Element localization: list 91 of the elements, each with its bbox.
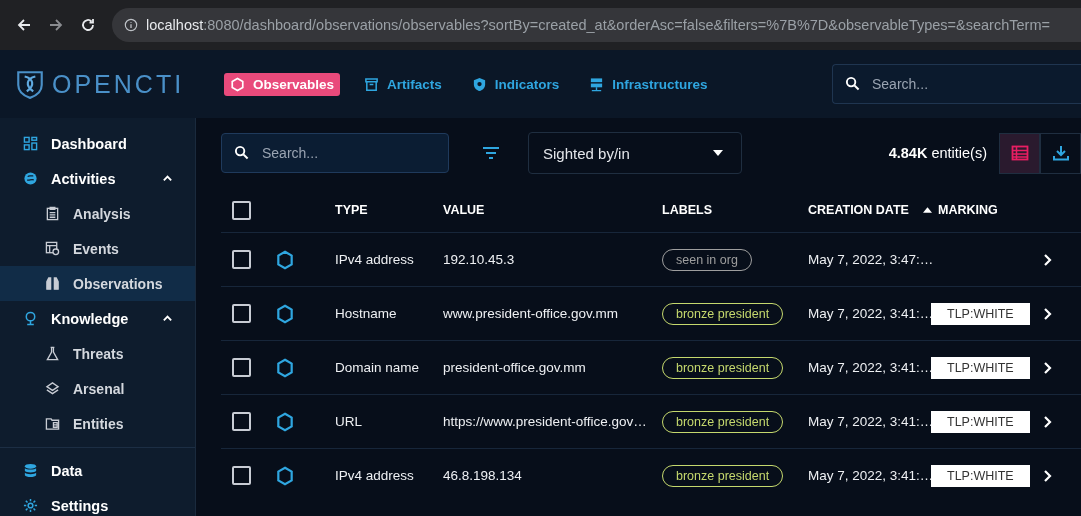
checkbox[interactable] (232, 250, 251, 269)
folder-icon (45, 416, 60, 431)
nav-tab[interactable]: Indicators (465, 72, 566, 96)
sidebar-item[interactable]: Dashboard (0, 126, 195, 161)
sidebar-item[interactable]: Analysis (0, 196, 195, 231)
sidebar-item[interactable]: Threats (0, 336, 195, 371)
search-icon (845, 76, 860, 91)
entity-count: 4.84K entitie(s) (888, 145, 987, 161)
search-field[interactable]: Search... (221, 133, 449, 173)
marking-tag: TLP:WHITE (931, 356, 1030, 379)
table-row[interactable]: Domain name president-office.gov.mm bronze president May 7, 2022, 3:41:… TLP:WHITE (221, 340, 1081, 394)
sidebar-item[interactable]: Observations (0, 266, 195, 301)
nav-tab[interactable]: Infrastructures (583, 72, 714, 96)
marking-tag: TLP:WHITE (931, 464, 1030, 487)
sidebar-item[interactable]: Arsenal (0, 371, 195, 406)
checkbox[interactable] (232, 412, 251, 431)
layers-icon (45, 381, 60, 396)
table-row[interactable]: IPv4 address 46.8.198.134 bronze president May 7, 2022, 3:41:… TLP:WHITE (221, 448, 1081, 502)
search-field[interactable]: Search... (832, 64, 1081, 104)
nav-tab[interactable]: Observables (224, 72, 341, 96)
sidebar-item[interactable]: Activities (0, 161, 195, 196)
table-cell-text: www.president-office.gov.mm (443, 306, 620, 321)
hexagon-icon (276, 303, 294, 324)
server-icon (589, 76, 605, 92)
table-cell-text: https://www.president-office.gov… (443, 414, 648, 429)
archive-icon (364, 76, 380, 92)
table-cell-text: IPv4 address (335, 468, 415, 483)
column-header[interactable]: VALUE (443, 203, 662, 217)
forward-icon[interactable] (48, 17, 64, 33)
marking-tag: TLP:WHITE (931, 302, 1030, 325)
table-cell-text: Domain name (335, 360, 421, 375)
column-header[interactable]: LABELS (662, 203, 808, 217)
sidebar-item[interactable]: Knowledge (0, 301, 195, 336)
url-text: localhost:8080/dashboard/observations/observables?sortBy=created_at&orderAsc=false&filters=%7B%7D&observableTypes=&searchTerm= (146, 17, 1050, 33)
dashboard-icon (23, 136, 38, 151)
sidebar-item[interactable]: Events (0, 231, 195, 266)
marking-tag: TLP:WHITE (931, 410, 1030, 433)
table-cell-text: May 7, 2022, 3:47:… (808, 252, 935, 267)
gear-icon (23, 498, 38, 513)
back-icon[interactable] (16, 17, 32, 33)
hexagon-icon (276, 357, 294, 378)
chevron-icon[interactable] (1043, 252, 1053, 267)
checkbox[interactable] (232, 358, 251, 377)
nav-tab[interactable]: Artifacts (358, 72, 448, 96)
table-cell-text: URL (335, 414, 363, 429)
search-icon (234, 145, 249, 160)
sidebar-item[interactable]: Data (0, 453, 195, 488)
logo-icon (14, 68, 46, 100)
table-cell-text: IPv4 address (335, 252, 415, 267)
list-icon (1010, 145, 1029, 161)
chevron-icon[interactable] (162, 313, 173, 324)
table-row[interactable]: URL https://www.president-office.gov… bronze president May 7, 2022, 3:41:… TLP:WHITE (221, 394, 1081, 448)
hexagon-icon (276, 249, 294, 270)
chevron-icon[interactable] (1043, 414, 1053, 429)
chevron-icon[interactable] (162, 173, 173, 184)
clipboard-icon (45, 206, 60, 221)
address-bar[interactable]: localhost:8080/dashboard/observations/observables?sortBy=created_at&orderAsc=false&filters=%7B%7D&observableTypes=&searchTerm= (112, 8, 1081, 42)
hexagon-icon (230, 76, 245, 92)
filter-icon[interactable] (481, 145, 501, 161)
sort-icon (922, 207, 932, 213)
column-header[interactable]: CREATION DATE (808, 203, 938, 217)
database-icon (23, 463, 38, 478)
table-row[interactable]: Hostname www.president-office.gov.mm bronze president May 7, 2022, 3:41:… TLP:WHITE (221, 286, 1081, 340)
table-cell-text: president-office.gov.mm (443, 360, 587, 375)
table-cell-text: 46.8.198.134 (443, 468, 523, 483)
chevron-icon[interactable] (1043, 468, 1053, 483)
table-cell-text: Hostname (335, 306, 398, 321)
hexagon-icon (276, 411, 294, 432)
info-icon (124, 18, 138, 32)
chevron-icon[interactable] (1043, 306, 1053, 321)
shield-icon (471, 76, 487, 92)
download-icon (1051, 145, 1070, 161)
list-view-button[interactable] (999, 132, 1040, 174)
flask-icon (45, 346, 60, 361)
chevron-icon[interactable] (1043, 360, 1053, 375)
sidebar-item[interactable]: Entities (0, 406, 195, 441)
checkbox[interactable] (232, 466, 251, 485)
filter-dropdown[interactable]: Sighted by/in (528, 132, 742, 174)
column-header[interactable]: MARKING (938, 203, 1045, 217)
reload-icon[interactable] (80, 17, 96, 33)
export-button[interactable] (1040, 132, 1081, 174)
checkbox[interactable] (232, 200, 251, 220)
logo-text: OPENCTI (52, 69, 185, 99)
sidebar-item[interactable]: Settings (0, 488, 195, 516)
calendar-icon (45, 241, 60, 256)
caret-icon (713, 150, 723, 156)
checkbox[interactable] (232, 304, 251, 323)
table-cell-text: 192.10.45.3 (443, 252, 516, 267)
hexagon-icon (276, 465, 294, 486)
column-header[interactable]: TYPE (335, 203, 443, 217)
table-row[interactable]: IPv4 address 192.10.45.3 seen in org May 7, 2022, 3:47:… (221, 232, 1081, 286)
